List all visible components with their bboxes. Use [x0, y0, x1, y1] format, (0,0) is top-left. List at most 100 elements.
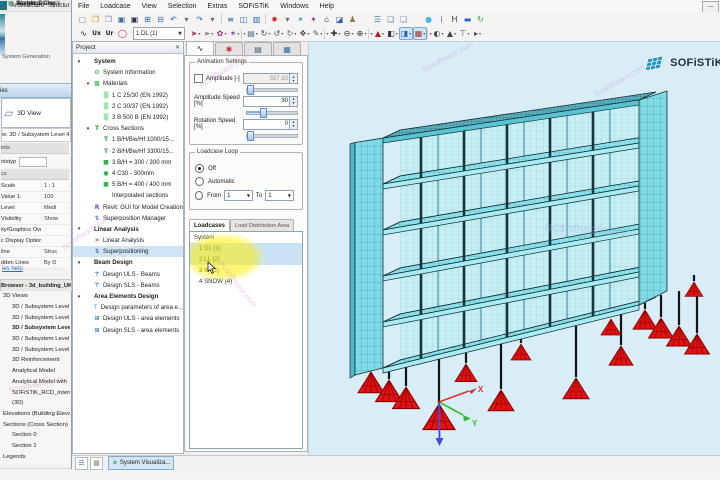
expand-arrow-icon[interactable] [76, 294, 82, 300]
project-tree-item[interactable]: Area Elements Design [73, 291, 183, 302]
tab-save[interactable]: ▦ [273, 42, 301, 55]
loadcase-item[interactable]: 1 DL (1) [190, 243, 302, 254]
page-list-icon[interactable]: ☰ [371, 13, 384, 25]
task-tab-system-visualization[interactable]: ✶ System Visualiza... [108, 456, 175, 470]
animation-curve-icon[interactable]: ∿ [77, 28, 90, 40]
radio-off[interactable] [195, 164, 204, 173]
zoom-in-icon[interactable]: ⊕ ▾ [355, 28, 368, 40]
project-tree-item[interactable]: System Information [73, 67, 183, 78]
rotation-speed-spinner[interactable]: ▲ ▼ [290, 118, 298, 130]
browser-item[interactable]: Analytical Model with [0, 377, 70, 388]
undo-drop-icon[interactable]: ▾ [180, 13, 193, 25]
image-view-icon[interactable]: ▣ [128, 13, 141, 25]
page-settings-icon[interactable]: ▤ ▾ [246, 28, 259, 40]
browser-item[interactable]: 3D / Subsystem Level 5 [0, 334, 70, 345]
amplitude-speed-slider[interactable] [246, 108, 298, 118]
tab-report[interactable]: ▤ [244, 42, 272, 55]
amplitude-speed-field[interactable]: 30 [243, 95, 290, 107]
project-tree-item[interactable]: Superposition Manager [73, 213, 183, 224]
undo-icon[interactable]: ↶ [167, 13, 180, 25]
gap[interactable] [359, 13, 371, 25]
browser-item[interactable]: 3D Views [0, 291, 70, 302]
tab-load-distribution-area[interactable]: Load Distribution Area [230, 219, 295, 231]
refresh-icon[interactable]: ↻ [474, 13, 487, 25]
fit-view-icon[interactable]: ✚ ▾ [329, 28, 342, 40]
menu-item[interactable]: Help [320, 3, 334, 10]
project-tree-item[interactable]: Revit: GUI for Model Creation [73, 201, 183, 212]
project-tree-item[interactable]: 2 C 30/37 (EN 1992) [73, 101, 183, 112]
browser-item[interactable]: Section 0 [0, 430, 70, 441]
ssd-butterfly-icon[interactable]: ✶ [294, 13, 307, 25]
view-panel-b-icon[interactable]: ◨ ▾ [399, 27, 413, 40]
to-dropdown[interactable]: 1 ▼ [265, 190, 294, 201]
amplitude-checkbox[interactable] [194, 74, 203, 83]
view-panel-a-icon[interactable]: ◧ ▾ [386, 28, 399, 40]
export-doc-icon[interactable]: ◪ [333, 13, 346, 25]
project-tree-item[interactable]: Superpositioning [73, 246, 183, 258]
supports-drop-icon[interactable]: ▲ ▾ [445, 28, 458, 40]
window-rows-icon[interactable]: ≡ [224, 13, 237, 25]
loadcase-root[interactable]: System [190, 232, 302, 243]
select-cursor-icon[interactable]: ➢ ▾ [202, 28, 215, 40]
save-file-icon[interactable]: ❒ [102, 13, 115, 25]
amplitude-speed-spinner[interactable]: ▲ ▼ [290, 95, 298, 107]
home-icon[interactable]: ⌂ [320, 13, 333, 25]
pin-loadcase-icon[interactable]: ➤ ▾ [189, 28, 202, 40]
expand-arrow-icon[interactable] [76, 59, 82, 65]
stop-record-icon[interactable]: ◯ [116, 28, 129, 40]
gap[interactable] [410, 13, 422, 25]
rotation-speed-slider[interactable] [246, 131, 298, 141]
redo-drop-icon[interactable]: ▾ [206, 13, 219, 25]
property-input[interactable] [19, 156, 48, 167]
project-tree-item[interactable]: Linear Analysis [73, 235, 183, 246]
expand-arrow-icon[interactable] [76, 260, 82, 266]
browser-item[interactable]: (3D) [0, 398, 70, 409]
project-tree-item[interactable]: System [73, 56, 183, 67]
deform-ur-icon[interactable]: Ur [103, 28, 116, 40]
browser-item[interactable]: 3D / Subsystem Level 6 [0, 344, 70, 355]
ribbon-button[interactable]: ⚠ Warnings [8, 0, 42, 7]
pan-view-icon[interactable]: ✥ ▾ [298, 28, 311, 40]
browser-item[interactable]: 3D / Subsystem Level 3 [0, 312, 70, 323]
menu-item[interactable]: Windows [280, 3, 308, 10]
menu-item[interactable]: File [78, 3, 89, 10]
copy-page-icon[interactable]: ❏ [384, 13, 397, 25]
loadcase-item[interactable]: 4 SNOW (4) [190, 276, 302, 287]
expand-arrow-icon[interactable] [85, 81, 91, 87]
rotation-speed-field[interactable]: 0 [243, 118, 290, 130]
browser-item[interactable]: Analytical Model [0, 366, 70, 377]
wingraf-icon[interactable]: ✦ [307, 13, 320, 25]
tab-loadcases[interactable]: Loadcases [189, 219, 231, 231]
project-tree-item[interactable]: Cross Sections [73, 123, 183, 134]
revit-app-icon[interactable] [0, 1, 7, 10]
menu-item[interactable]: Extras [207, 3, 227, 10]
project-tree-item[interactable]: Design SLS - Beams [73, 280, 183, 291]
project-tree-item[interactable]: Interpolated sections [73, 190, 183, 201]
property-value[interactable]: Medi [41, 205, 69, 211]
project-tree-item[interactable]: 4 C30 - 300mm [73, 168, 183, 179]
project-tree-item[interactable]: 3 B 500 B (EN 1992) [73, 112, 183, 123]
properties-section-header-2[interactable]: cs [1, 169, 69, 180]
view-name-row[interactable]: w: 3D / Subsystem Level 4 [1, 128, 71, 142]
butterfly-loads-icon[interactable]: ✶ ▾ [228, 28, 241, 40]
amplitude-field[interactable]: 597.93 [243, 73, 290, 84]
browser-item[interactable]: Section 1 [0, 441, 70, 452]
property-value[interactable]: Struc [41, 249, 69, 255]
task-list-icon[interactable]: ☰ [75, 456, 88, 470]
group-loads-icon[interactable]: ✿ ▾ [215, 28, 228, 40]
supports-cone-icon[interactable]: ▲ ▾ [373, 28, 386, 40]
project-tree-item[interactable]: Linear Analysis [73, 224, 183, 235]
type-selector[interactable]: ▱ 3D View [1, 98, 71, 128]
tab-results[interactable]: ✱ [215, 42, 243, 55]
user-icon[interactable]: ♟ [346, 13, 359, 25]
property-value[interactable]: By D [41, 260, 69, 266]
rotate-z-icon[interactable]: ↻ ▾ [285, 28, 298, 40]
property-value[interactable]: 100 [41, 194, 69, 200]
new-file-icon[interactable]: ▢ [76, 13, 89, 25]
window-columns-icon[interactable]: ◫ [237, 13, 250, 25]
from-dropdown[interactable]: 1 ▼ [224, 190, 253, 201]
sofistik-task-icon[interactable]: ✸ [268, 13, 281, 25]
project-tree-item[interactable]: 5 B/H = 400 / 400 mm [73, 179, 183, 190]
3d-viewport[interactable]: X Y SOFiSTiK [308, 41, 720, 455]
project-tree-item[interactable]: Design ULS - Beams [73, 269, 183, 280]
